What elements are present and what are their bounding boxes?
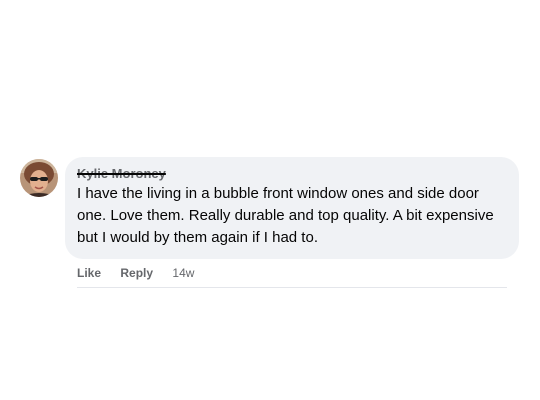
avatar-photo bbox=[20, 159, 58, 197]
comment-bubble: Kylie Moroney I have the living in a bub… bbox=[65, 157, 519, 259]
avatar[interactable] bbox=[20, 159, 58, 197]
like-button[interactable]: Like bbox=[77, 266, 101, 280]
comment-timestamp[interactable]: 14w bbox=[172, 266, 194, 280]
reply-button[interactable]: Reply bbox=[120, 266, 153, 280]
comment-author-name[interactable]: Kylie Moroney bbox=[77, 166, 166, 182]
divider bbox=[77, 287, 507, 288]
comment-actions: Like Reply 14w bbox=[77, 265, 194, 281]
comment-text: I have the living in a bubble front wind… bbox=[77, 185, 494, 246]
